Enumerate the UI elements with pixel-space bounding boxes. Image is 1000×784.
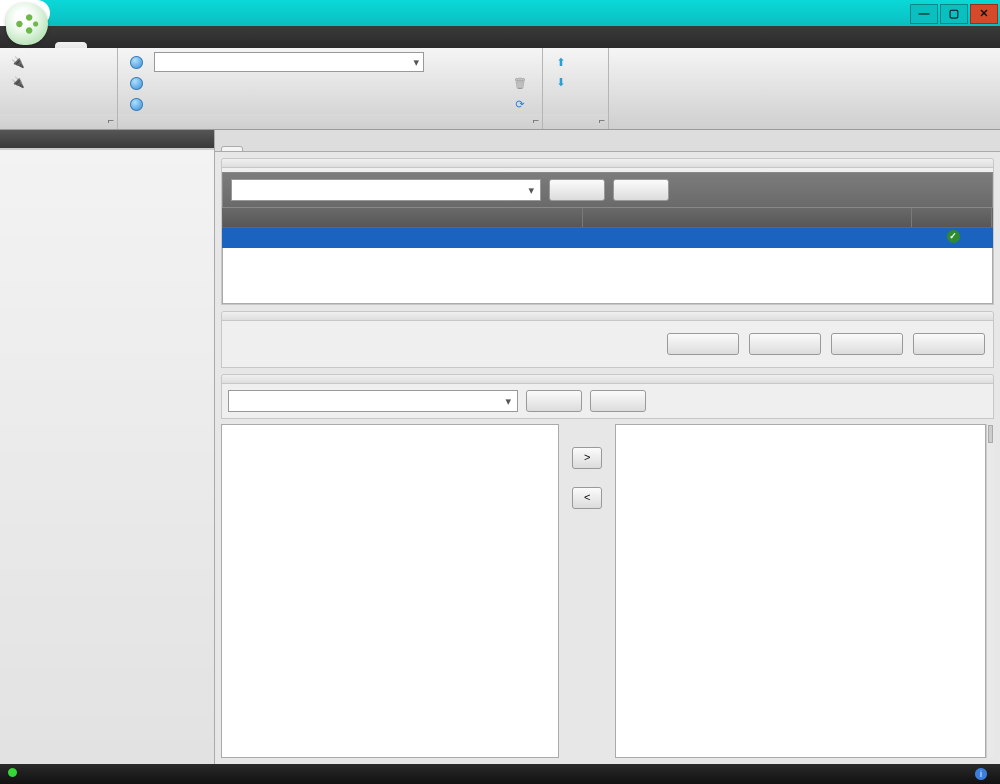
delete-site-button: 🗑 (508, 73, 536, 93)
move-right-button[interactable]: > (572, 447, 602, 469)
search-input[interactable]: ▾ (231, 179, 541, 201)
config-set-row: ▾ (124, 52, 428, 72)
down-arrow-icon: ⬇ (553, 74, 569, 90)
chevron-down-icon: ▾ (528, 184, 534, 197)
title-bar: — ▢ ✕ (0, 0, 1000, 26)
info-icon: i (975, 768, 987, 780)
table-row[interactable] (222, 228, 993, 248)
close-button[interactable]: ✕ (970, 4, 998, 24)
create-button[interactable] (124, 73, 428, 93)
section-action-groups (221, 158, 994, 168)
edit-action-button[interactable] (831, 333, 903, 355)
pencil-icon (128, 96, 144, 112)
available-tree[interactable] (221, 424, 559, 758)
add-button[interactable] (749, 333, 821, 355)
section-configuration (221, 374, 994, 384)
status-led-icon (8, 768, 17, 777)
connect-button: 🔌 (6, 52, 111, 72)
app-logo (6, 3, 48, 45)
sidebar (0, 130, 215, 764)
tab-action-group-list[interactable] (221, 146, 243, 151)
edit-button[interactable] (124, 94, 428, 114)
globe-icon (128, 54, 144, 70)
clear-button[interactable] (613, 179, 669, 201)
plus-icon (128, 75, 144, 91)
section-actions (221, 311, 994, 321)
config-clear-button[interactable] (590, 390, 646, 412)
scrollbar[interactable] (986, 424, 994, 758)
config-search-input[interactable]: ▾ (228, 390, 518, 412)
up-arrow-icon: ⬆ (553, 54, 569, 70)
delete-action-button[interactable] (913, 333, 985, 355)
chevron-down-icon: ▾ (505, 395, 511, 408)
sidebar-header (0, 130, 214, 148)
check-icon (947, 230, 960, 243)
delete-icon: 🗑 (512, 75, 528, 91)
copy-button[interactable] (667, 333, 739, 355)
grid-header (222, 208, 993, 228)
move-left-button[interactable]: < (572, 487, 602, 509)
configured-tree[interactable] (615, 424, 986, 758)
find-button[interactable] (549, 179, 605, 201)
minimize-button[interactable]: — (910, 4, 938, 24)
ribbon: 🔌 🔌 ⌐ ▾ 🗑 ⟳ ⌐ (0, 48, 1000, 130)
config-set-combo[interactable]: ▾ (154, 52, 424, 72)
content-area: ▾ (215, 130, 1000, 764)
refresh-button[interactable]: ⟳ (508, 94, 536, 114)
status-bar: i (0, 764, 1000, 784)
restore-button[interactable]: ⬇ (549, 72, 602, 92)
maximize-button[interactable]: ▢ (940, 4, 968, 24)
config-find-button[interactable] (526, 390, 582, 412)
chevron-down-icon: ▾ (413, 56, 419, 69)
disconnect-button[interactable]: 🔌 (6, 72, 111, 92)
backup-button[interactable]: ⬆ (549, 52, 602, 72)
ribbon-tabs (0, 26, 1000, 48)
refresh-icon: ⟳ (512, 96, 528, 112)
